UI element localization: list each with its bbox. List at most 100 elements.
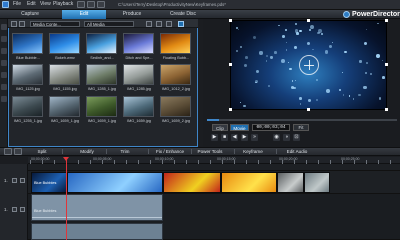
library-menu-icon[interactable]: [178, 21, 184, 27]
redo-icon[interactable]: [87, 1, 95, 8]
media-thumbnail[interactable]: [86, 96, 117, 117]
prev-frame-icon[interactable]: ◀: [231, 134, 238, 141]
split-button[interactable]: Split: [34, 148, 50, 155]
preview-scrubber[interactable]: [207, 119, 397, 121]
fix-enhance-button[interactable]: Fix / Enhance: [153, 148, 187, 155]
tab-movie[interactable]: Movie: [230, 124, 249, 131]
menu-view[interactable]: View: [40, 1, 51, 7]
fit-dropdown[interactable]: Fit: [293, 124, 309, 131]
toolbar-separator: [62, 149, 63, 154]
edit-audio-button[interactable]: Edit Audio: [283, 148, 311, 155]
media-thumbnail[interactable]: [86, 33, 117, 54]
media-thumbnail[interactable]: [12, 96, 43, 117]
resize-handle-r[interactable]: [385, 63, 388, 66]
menu-playback[interactable]: Playback: [53, 1, 73, 7]
snapshot-icon[interactable]: ◉: [273, 134, 280, 141]
upload-icon[interactable]: [97, 1, 105, 8]
menu-file[interactable]: File: [13, 1, 21, 7]
stop-icon[interactable]: ■: [221, 134, 228, 141]
media-content-dropdown[interactable]: Media Conte...: [30, 21, 80, 27]
mode-create-disc[interactable]: Create Disc: [158, 10, 208, 19]
playhead-marker[interactable]: [63, 157, 69, 161]
video-clip[interactable]: [163, 172, 221, 193]
download-media-icon[interactable]: [19, 21, 25, 27]
media-thumbnail[interactable]: [160, 33, 191, 54]
resize-handle-l[interactable]: [229, 63, 232, 66]
media-caption: Blue Bubble...: [16, 56, 40, 60]
fast-forward-icon[interactable]: »: [251, 134, 258, 141]
particle-room-icon[interactable]: [1, 60, 7, 66]
media-thumbnail[interactable]: [123, 33, 154, 54]
playhead[interactable]: [66, 157, 67, 240]
media-thumbnail[interactable]: [49, 96, 80, 117]
search-icon[interactable]: [166, 21, 172, 27]
trim-button[interactable]: Trim: [117, 148, 133, 155]
video-clip[interactable]: [277, 172, 304, 193]
app-logo-icon: [2, 1, 9, 8]
track-headers: [0, 164, 28, 240]
media-caption: IMG_1659_2.jpg: [161, 119, 191, 123]
timecode-display[interactable]: 00;00;03;04: [252, 124, 290, 131]
pip-room-icon[interactable]: [1, 48, 7, 54]
media-thumbnail[interactable]: [12, 64, 43, 85]
media-thumbnail[interactable]: [160, 96, 191, 117]
keyframe-button[interactable]: Keyframe: [240, 148, 266, 155]
import-media-icon[interactable]: [11, 21, 17, 27]
ruler-label: 00;00;20;00: [279, 157, 298, 161]
ruler-label: 00;00;10;00: [155, 157, 174, 161]
media-thumbnail[interactable]: [12, 33, 43, 54]
bubble: [299, 103, 301, 105]
grid-view-icon[interactable]: [146, 21, 152, 27]
effects-room-icon[interactable]: [1, 36, 7, 42]
project-path: C:\Users\Terry\Desktop\ProductivityNew\K…: [118, 2, 226, 7]
media-type-dropdown[interactable]: All Media: [84, 21, 134, 27]
bubble: [282, 35, 285, 38]
volume-icon[interactable]: ◑: [283, 134, 290, 141]
media-caption: IMG_1285.jpg: [127, 87, 151, 91]
media-thumbnail[interactable]: [123, 96, 154, 117]
play-icon[interactable]: ▶: [211, 134, 218, 141]
power-tools-button[interactable]: Power Tools: [194, 148, 226, 155]
resize-handle-t[interactable]: [307, 19, 310, 22]
resize-handle-tr[interactable]: [385, 19, 388, 22]
resize-handle-br[interactable]: [385, 108, 388, 111]
media-thumbnail[interactable]: [49, 64, 80, 85]
media-room-icon[interactable]: [1, 24, 7, 30]
title-room-icon[interactable]: [1, 72, 7, 78]
media-caption: IMG_1155.jpg: [53, 87, 77, 91]
media-thumbnail[interactable]: [86, 64, 117, 85]
mode-capture[interactable]: Capture: [8, 10, 52, 19]
video-clip[interactable]: [304, 172, 330, 193]
media-caption: Bokeh.wmv: [55, 56, 75, 60]
media-thumbnail[interactable]: [160, 64, 191, 85]
timeline-view-icon[interactable]: [4, 148, 12, 155]
video-clip[interactable]: Blue Bubbles: [31, 172, 67, 193]
audio-track-enable-checkbox[interactable]: [12, 207, 17, 212]
storyboard-view-icon[interactable]: [14, 148, 22, 155]
mode-edit[interactable]: Edit: [62, 10, 106, 19]
transition-room-icon[interactable]: [1, 84, 7, 90]
mode-produce[interactable]: Produce: [110, 10, 154, 19]
media-thumbnail[interactable]: [49, 33, 80, 54]
track-lock-icon[interactable]: [20, 178, 25, 183]
next-frame-icon[interactable]: ▶: [241, 134, 248, 141]
menu-edit[interactable]: Edit: [27, 1, 36, 7]
tab-clip[interactable]: Clip: [212, 124, 228, 131]
audio-clip[interactable]: Blue Bubbles: [31, 194, 163, 221]
sort-icon[interactable]: [156, 21, 162, 27]
audio-track-lock-icon[interactable]: [20, 207, 25, 212]
track-enable-checkbox[interactable]: [12, 178, 17, 183]
media-thumbnail[interactable]: [123, 64, 154, 85]
resize-handle-bl[interactable]: [229, 108, 232, 111]
undo-icon[interactable]: [77, 1, 85, 8]
video-clip[interactable]: [221, 172, 277, 193]
audio-room-icon[interactable]: [1, 96, 7, 102]
resize-handle-tl[interactable]: [229, 19, 232, 22]
bubble: [358, 93, 361, 97]
modify-button[interactable]: Modify: [76, 148, 98, 155]
resize-handle-b[interactable]: [307, 108, 310, 111]
bubble: [289, 67, 292, 71]
audio-clip-lower[interactable]: [31, 223, 163, 240]
video-clip[interactable]: [67, 172, 163, 193]
fullscreen-icon[interactable]: ⊡: [293, 134, 300, 141]
